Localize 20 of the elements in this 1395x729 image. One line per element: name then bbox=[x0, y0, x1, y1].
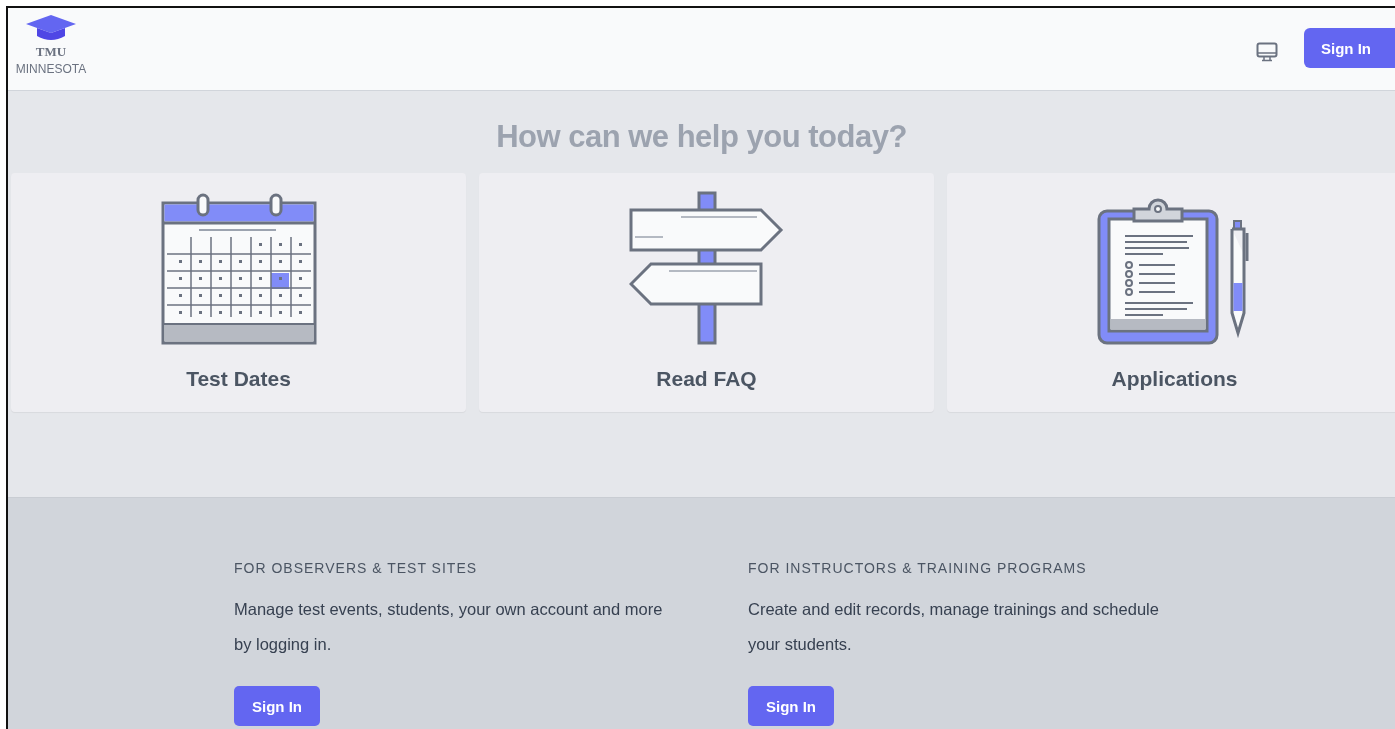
page-heading: How can we help you today? bbox=[495, 119, 908, 155]
card-title: Applications bbox=[1111, 367, 1238, 391]
graduation-cap-icon bbox=[25, 14, 77, 42]
logo-text: TMU bbox=[35, 44, 67, 60]
card-title: Test Dates bbox=[186, 367, 291, 391]
sign-in-button[interactable]: Sign In bbox=[1304, 28, 1395, 68]
section-heading: FOR OBSERVERS & TEST SITES bbox=[234, 560, 479, 576]
signpost-icon bbox=[628, 191, 785, 347]
monitor-icon[interactable] bbox=[1256, 42, 1278, 62]
section-description: Manage test events, students, your own account and more by logging in. bbox=[234, 599, 664, 655]
card-title: Read FAQ bbox=[656, 367, 757, 391]
section-heading: FOR INSTRUCTORS & TRAINING PROGRAMS bbox=[748, 560, 1088, 576]
help-card[interactable]: Read FAQ bbox=[479, 173, 934, 412]
section-description: Create and edit records, manage trainings and schedule your students. bbox=[748, 599, 1160, 655]
calendar-icon bbox=[160, 191, 317, 347]
help-card[interactable]: Test Dates bbox=[11, 173, 466, 412]
logo-subtitle: MINNESOTA bbox=[15, 62, 87, 76]
sign-in-button[interactable]: Sign In bbox=[234, 686, 320, 726]
help-card[interactable]: Applications bbox=[947, 173, 1395, 412]
sign-in-button[interactable]: Sign In bbox=[748, 686, 834, 726]
